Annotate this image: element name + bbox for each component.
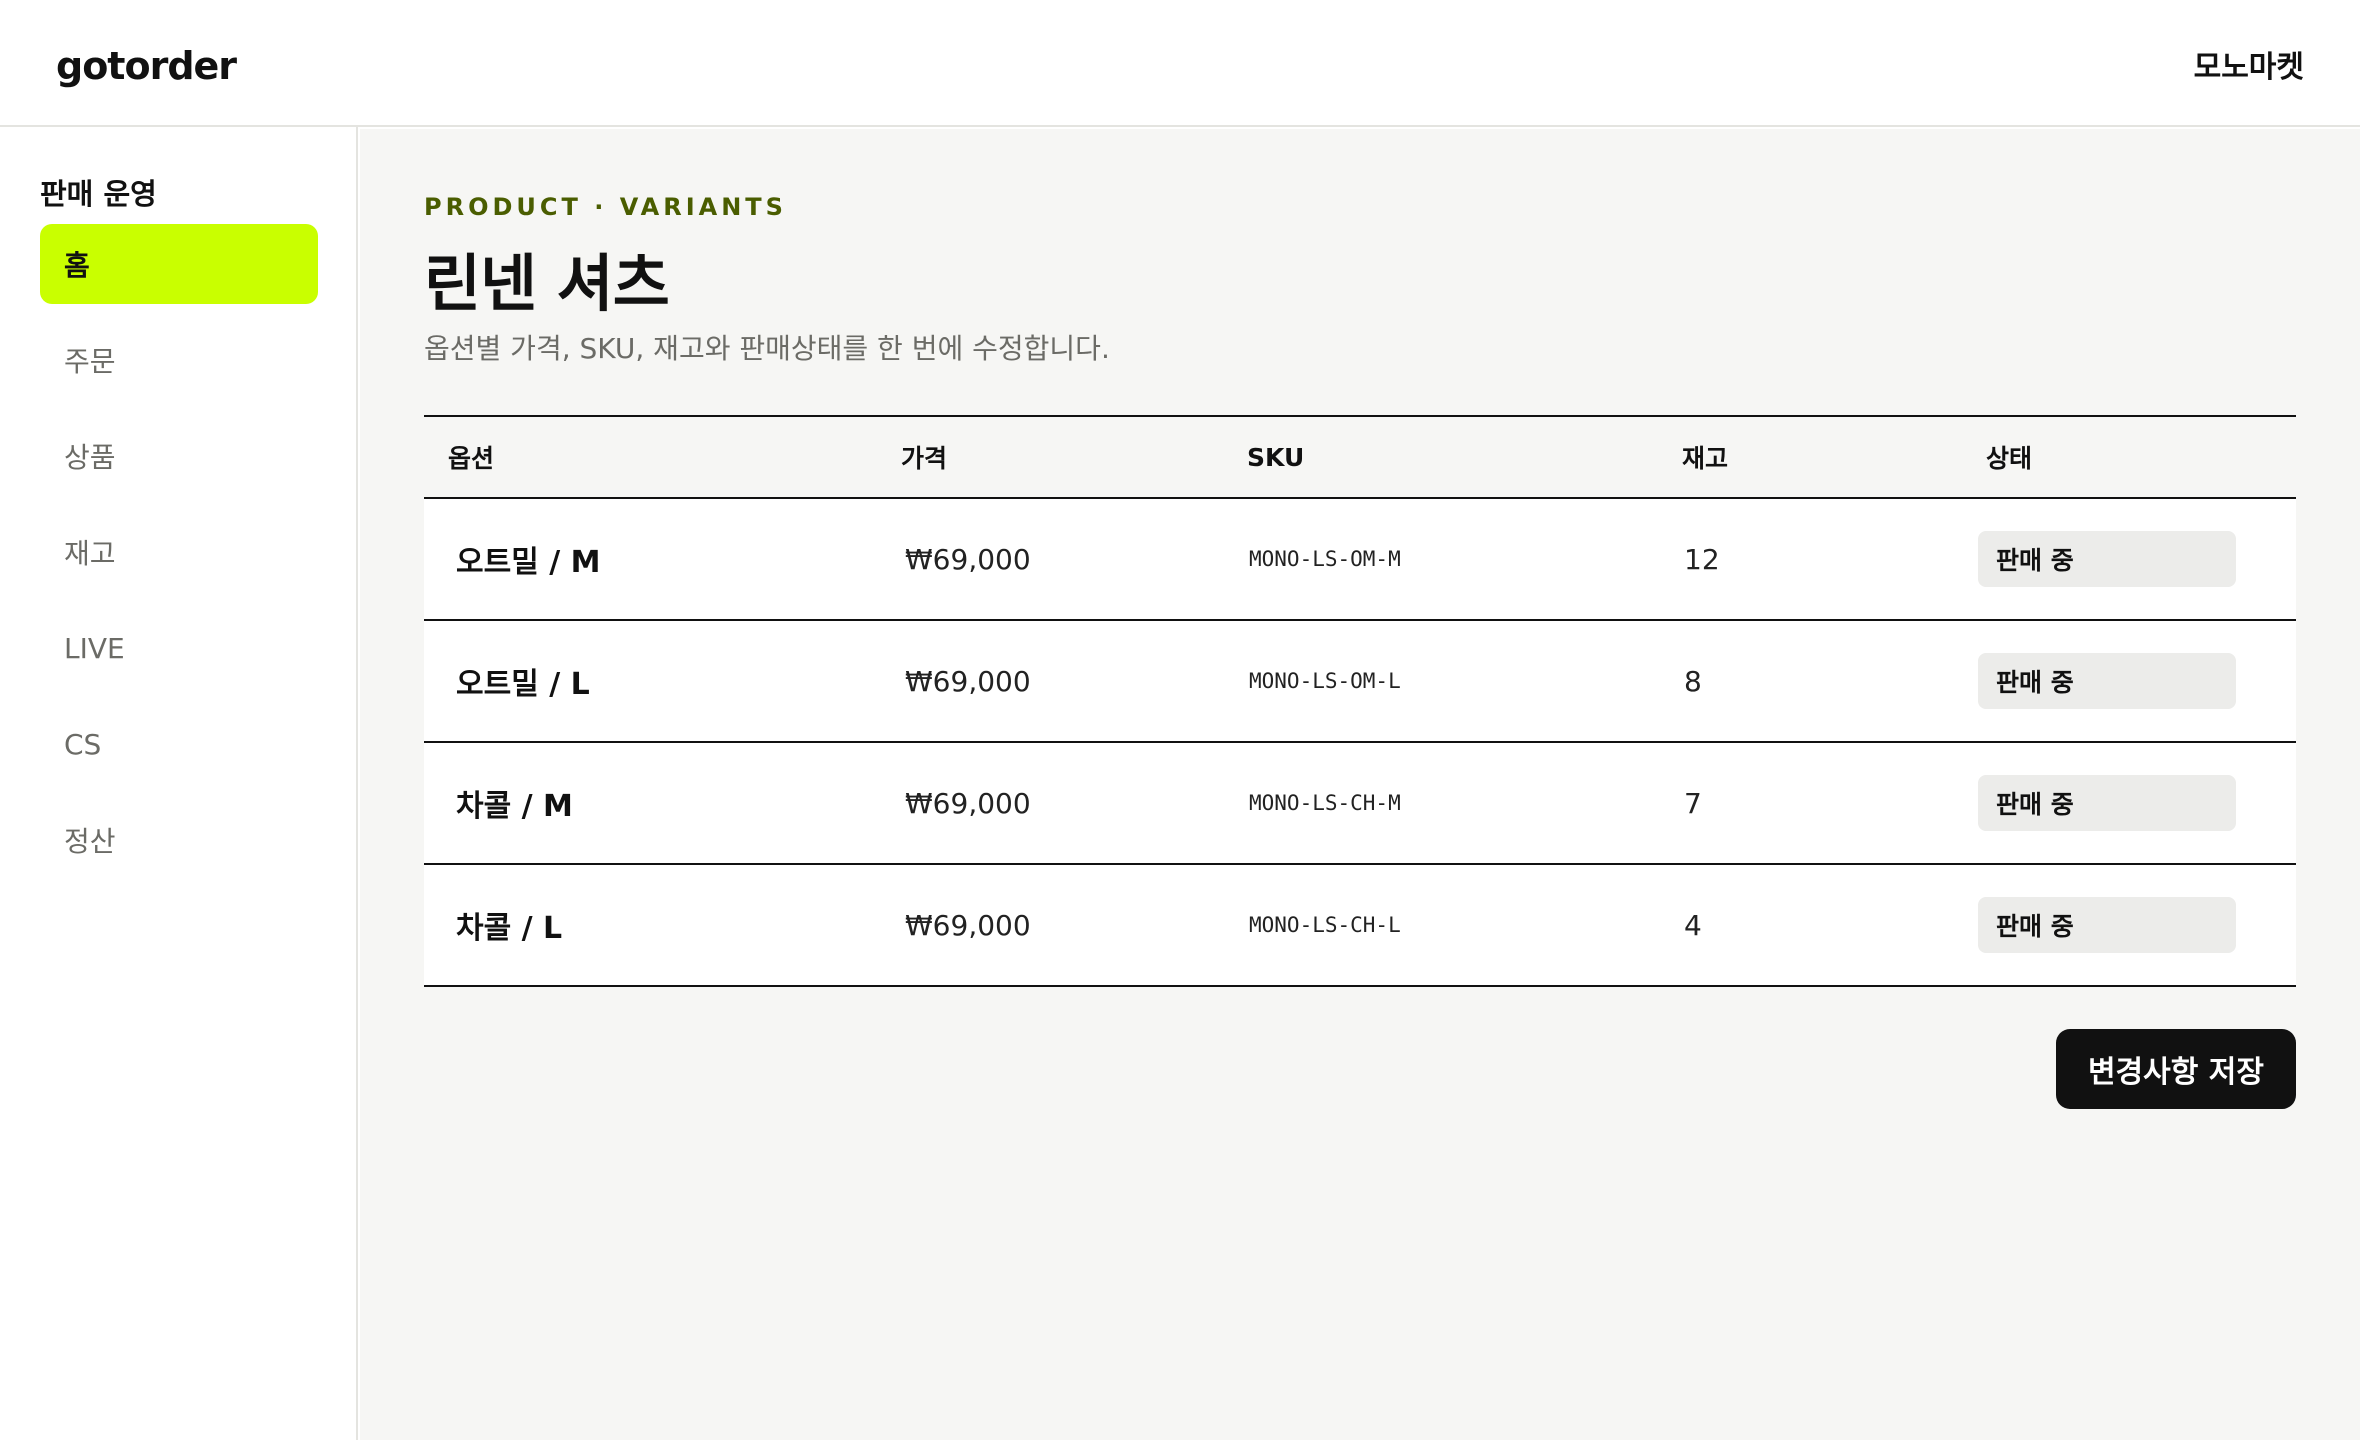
variant-option: 오트밀 / L (456, 667, 590, 702)
sidebar: 판매 운영 홈 주문 상품 재고 LIVE CS 정산 (0, 127, 358, 1440)
variant-stock[interactable]: 4 (1682, 909, 1986, 942)
save-changes-button[interactable]: 변경사항 저장 (2055, 1029, 2296, 1109)
header-sku: SKU (1247, 442, 1305, 472)
variant-option: 오트밀 / M (456, 545, 601, 580)
status-select[interactable]: 판매 중 (1978, 897, 2236, 953)
sidebar-item-inventory[interactable]: 재고 (40, 512, 318, 592)
header-option: 옵션 (448, 444, 495, 473)
sidebar-item-orders[interactable]: 주문 (40, 320, 318, 400)
table-header: 옵션 가격 SKU 재고 상태 (424, 417, 2296, 499)
sidebar-item-home[interactable]: 홈 (40, 224, 318, 304)
top-bar: gotorder 모노마켓 (0, 0, 2360, 127)
variant-sku[interactable]: MONO-LS-OM-M (1247, 547, 1682, 571)
sidebar-section-title: 판매 운영 (40, 177, 157, 211)
app-logo[interactable]: gotorder (56, 44, 237, 88)
status-select[interactable]: 판매 중 (1978, 531, 2236, 587)
table-row: 차콜 / M ₩69,000 MONO-LS-CH-M 7 판매 중 (424, 743, 2296, 865)
variant-sku[interactable]: MONO-LS-OM-L (1247, 669, 1682, 693)
store-name[interactable]: 모노마켓 (2194, 42, 2304, 86)
page-description: 옵션별 가격, SKU, 재고와 판매상태를 한 번에 수정합니다. (424, 332, 1110, 365)
sidebar-item-products[interactable]: 상품 (40, 416, 318, 496)
main-content: PRODUCT · VARIANTS 린넨 셔츠 옵션별 가격, SKU, 재고… (360, 129, 2360, 1440)
variant-price[interactable]: ₩69,000 (901, 787, 1247, 820)
status-select[interactable]: 판매 중 (1978, 653, 2236, 709)
sidebar-item-settlement[interactable]: 정산 (40, 800, 318, 880)
variant-option: 차콜 / M (456, 789, 573, 824)
variant-price[interactable]: ₩69,000 (901, 665, 1247, 698)
sidebar-nav: 홈 주문 상품 재고 LIVE CS 정산 (40, 224, 318, 896)
table-row: 오트밀 / L ₩69,000 MONO-LS-OM-L 8 판매 중 (424, 621, 2296, 743)
variant-stock[interactable]: 8 (1682, 665, 1986, 698)
header-status: 상태 (1986, 444, 2033, 473)
variants-table: 옵션 가격 SKU 재고 상태 오트밀 / M ₩69,000 MONO-LS-… (424, 415, 2296, 987)
status-select[interactable]: 판매 중 (1978, 775, 2236, 831)
header-stock: 재고 (1682, 444, 1729, 473)
variant-stock[interactable]: 12 (1682, 543, 1986, 576)
page-eyebrow: PRODUCT · VARIANTS (424, 193, 787, 221)
sidebar-item-cs[interactable]: CS (40, 704, 318, 784)
variant-price[interactable]: ₩69,000 (901, 909, 1247, 942)
table-row: 오트밀 / M ₩69,000 MONO-LS-OM-M 12 판매 중 (424, 499, 2296, 621)
header-price: 가격 (901, 444, 948, 473)
sidebar-item-live[interactable]: LIVE (40, 608, 318, 688)
variant-sku[interactable]: MONO-LS-CH-L (1247, 913, 1682, 937)
table-row: 차콜 / L ₩69,000 MONO-LS-CH-L 4 판매 중 (424, 865, 2296, 987)
variant-price[interactable]: ₩69,000 (901, 543, 1247, 576)
variant-sku[interactable]: MONO-LS-CH-M (1247, 791, 1682, 815)
variant-stock[interactable]: 7 (1682, 787, 1986, 820)
variant-option: 차콜 / L (456, 911, 563, 946)
page-title: 린넨 셔츠 (424, 247, 670, 320)
